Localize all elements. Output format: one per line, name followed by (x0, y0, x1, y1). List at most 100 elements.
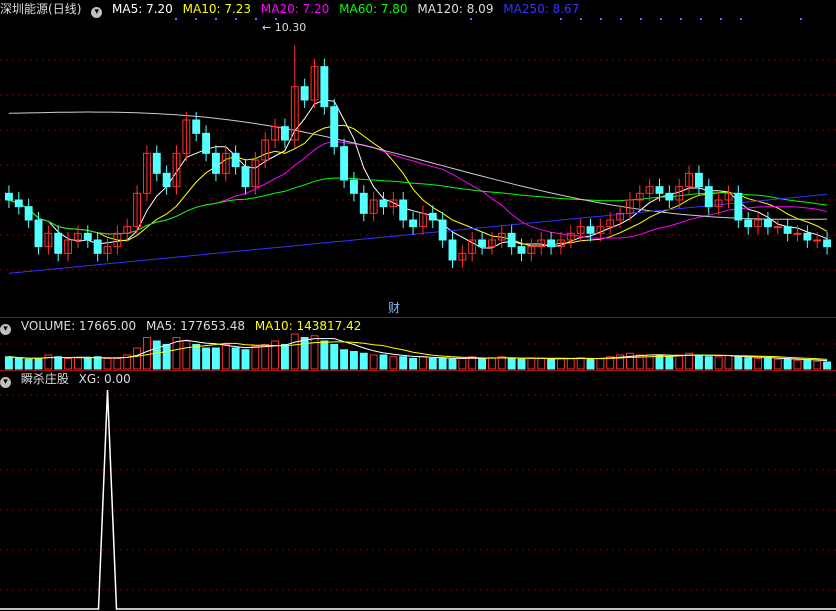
signal-name: 瞬杀庄股 (20, 372, 69, 386)
volume-bar (783, 358, 792, 370)
volume-bar (744, 357, 753, 370)
candle-body (152, 152, 161, 174)
volume-bar (14, 358, 23, 370)
event-dot (680, 18, 682, 20)
volume-bar (813, 360, 822, 370)
chevron-down-icon[interactable]: ▾ (91, 7, 103, 18)
event-dot (580, 18, 582, 20)
volume-bar (4, 356, 13, 370)
event-dot (600, 18, 602, 20)
ma10-line (8, 124, 828, 247)
main-chart-header: 深圳能源(日线) ▾ MA5: 7.20 MA10: 7.23 MA20: 7.… (0, 1, 585, 18)
volume-bar (517, 358, 526, 370)
event-dot (175, 18, 177, 20)
event-dot (700, 18, 702, 20)
volume-bar (724, 355, 733, 370)
volume-bar (379, 354, 388, 370)
candle-body (379, 199, 388, 208)
volume-bar (704, 356, 713, 370)
candle-body (54, 232, 63, 254)
chevron-down-icon[interactable]: ▾ (0, 377, 11, 388)
candle-body (340, 146, 349, 181)
stock-name: 深圳能源 (0, 2, 49, 16)
volume-bar (182, 340, 191, 370)
volume-bar (527, 358, 536, 370)
volume-bar (507, 358, 516, 370)
volume-bar (655, 355, 664, 370)
candle-body (517, 246, 526, 254)
candle-body (744, 219, 753, 228)
volume-bar (251, 345, 260, 370)
event-dot (215, 18, 217, 20)
candle-body (359, 192, 368, 214)
candle-body (704, 186, 713, 208)
event-dot (195, 18, 197, 20)
volume-bar (478, 358, 487, 370)
volume-bar (448, 358, 457, 370)
volume-bar (93, 356, 102, 370)
candle-body (734, 192, 743, 221)
candle-body (547, 239, 556, 248)
candle-body (813, 239, 822, 242)
event-dot (660, 18, 662, 20)
volume-bar (556, 358, 565, 370)
volume-bar (142, 337, 151, 370)
volume-bar (300, 337, 309, 370)
volume-bar (349, 351, 358, 370)
candle-body (280, 126, 289, 141)
candle-body (586, 226, 595, 234)
candle-body (803, 232, 812, 241)
volume-bar (763, 358, 772, 370)
volume-bar (211, 347, 220, 370)
candle-body (202, 132, 211, 154)
chevron-down-icon[interactable]: ▾ (0, 324, 11, 335)
event-dot (560, 18, 562, 20)
volume-bar (73, 357, 82, 370)
volume-bar (133, 347, 142, 370)
volume-bar (320, 340, 329, 370)
volume-label: VOLUME: 17665.00 (20, 319, 137, 333)
candle-body (211, 152, 220, 174)
volume-bar (24, 358, 33, 370)
high-price-value: 10.30 (274, 21, 307, 34)
candle-body (665, 192, 674, 201)
candle-body (783, 226, 792, 234)
volume-bar (192, 344, 201, 370)
volume-bar (152, 340, 161, 370)
volume-bar (231, 347, 240, 370)
volume-bar (409, 358, 418, 370)
volume-bar (34, 358, 43, 370)
volume-bar (438, 358, 447, 370)
volume-bar (458, 358, 467, 370)
finance-marker[interactable]: 财 (388, 300, 400, 316)
candle-body (14, 199, 23, 208)
volume-bar (793, 359, 802, 370)
candle-body (694, 172, 703, 188)
volume-bar (103, 358, 112, 370)
candle-body (349, 179, 358, 194)
candle-body (773, 226, 782, 229)
volume-ma10-label: MA10: 143817.42 (254, 319, 362, 333)
volume-bar (734, 356, 743, 370)
candle-body (192, 119, 201, 134)
volume-bar (803, 359, 812, 370)
volume-bar (261, 344, 270, 370)
candle-body (399, 199, 408, 221)
volume-bar (241, 349, 250, 370)
volume-bar (113, 358, 122, 370)
period-label: (日线) (48, 2, 82, 16)
volume-bar (359, 352, 368, 370)
candle-body (330, 106, 339, 148)
volume-bar (399, 356, 408, 370)
volume-bar (665, 356, 674, 370)
candle-body (162, 172, 171, 188)
event-dot (800, 18, 802, 20)
volume-bar (566, 358, 575, 370)
volume-bar (83, 358, 92, 370)
event-dot (470, 18, 472, 20)
ma250-line (8, 193, 828, 274)
volume-bar (596, 358, 605, 370)
volume-bar (497, 356, 506, 370)
signal-xg-label: XG: 0.00 (78, 372, 131, 386)
volume-bar (221, 344, 230, 370)
